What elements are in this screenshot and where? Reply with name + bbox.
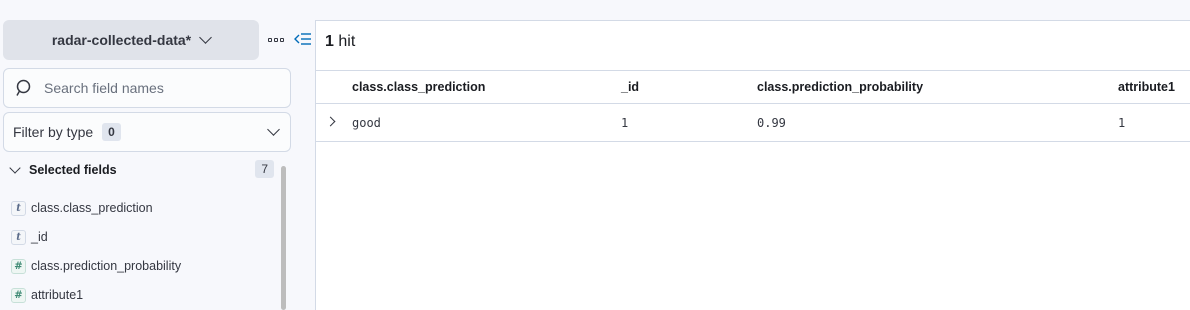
search-icon bbox=[16, 79, 31, 96]
table-cell: 0.99 bbox=[757, 115, 786, 130]
filter-by-type-button[interactable]: Filter by type 0 bbox=[3, 112, 291, 152]
column-header[interactable]: class.prediction_probability bbox=[757, 71, 923, 103]
text-type-icon: t bbox=[11, 200, 26, 216]
selected-fields-title: Selected fields bbox=[29, 163, 117, 177]
chevron-down-icon bbox=[9, 162, 21, 174]
column-header[interactable]: attribute1 bbox=[1118, 71, 1175, 103]
field-name: _id bbox=[31, 230, 48, 244]
selected-fields-count: 7 bbox=[255, 160, 274, 178]
data-view-picker[interactable]: radar-collected-data* bbox=[3, 20, 259, 60]
field-item[interactable]: t _id bbox=[11, 229, 48, 245]
table-row[interactable]: good 1 0.99 1 bbox=[316, 104, 1190, 142]
panel-options-icon[interactable] bbox=[268, 33, 288, 47]
chevron-down-icon bbox=[267, 123, 280, 136]
hits-count: 1 bbox=[325, 33, 334, 50]
hits-label: hit bbox=[338, 33, 356, 50]
hits-counter: 1 hit bbox=[325, 33, 355, 51]
filter-count-badge: 0 bbox=[102, 123, 121, 141]
sidebar-scrollbar[interactable] bbox=[281, 166, 286, 310]
table-cell: good bbox=[352, 115, 381, 130]
collapse-sidebar-icon[interactable] bbox=[294, 31, 312, 47]
table-cell: 1 bbox=[621, 115, 629, 130]
column-header[interactable]: class.class_prediction bbox=[352, 71, 485, 103]
results-panel: 1 hit class.class_prediction _id class.p… bbox=[315, 20, 1190, 310]
field-name: class.class_prediction bbox=[31, 201, 153, 215]
field-name: class.prediction_probability bbox=[31, 259, 182, 273]
filter-label: Filter by type bbox=[13, 124, 94, 140]
chevron-right-icon[interactable] bbox=[325, 116, 336, 127]
number-type-icon: # bbox=[11, 287, 26, 303]
search-input[interactable] bbox=[44, 80, 274, 96]
text-type-icon: t bbox=[11, 229, 26, 245]
field-item[interactable]: # attribute1 bbox=[11, 287, 83, 303]
field-item[interactable]: t class.class_prediction bbox=[11, 200, 153, 216]
field-name: attribute1 bbox=[31, 288, 84, 302]
field-item[interactable]: # class.prediction_probability bbox=[11, 258, 181, 274]
table-cell: 1 bbox=[1118, 115, 1126, 130]
chevron-down-icon bbox=[199, 31, 213, 44]
field-sidebar: radar-collected-data* Filter by type 0 S… bbox=[0, 0, 311, 310]
table-header: class.class_prediction _id class.predict… bbox=[316, 70, 1190, 104]
number-type-icon: # bbox=[11, 258, 26, 274]
data-view-name: radar-collected-data* bbox=[51, 32, 192, 48]
column-header[interactable]: _id bbox=[621, 71, 639, 103]
field-search[interactable] bbox=[3, 68, 291, 108]
selected-fields-header[interactable]: Selected fields 7 bbox=[8, 160, 276, 180]
